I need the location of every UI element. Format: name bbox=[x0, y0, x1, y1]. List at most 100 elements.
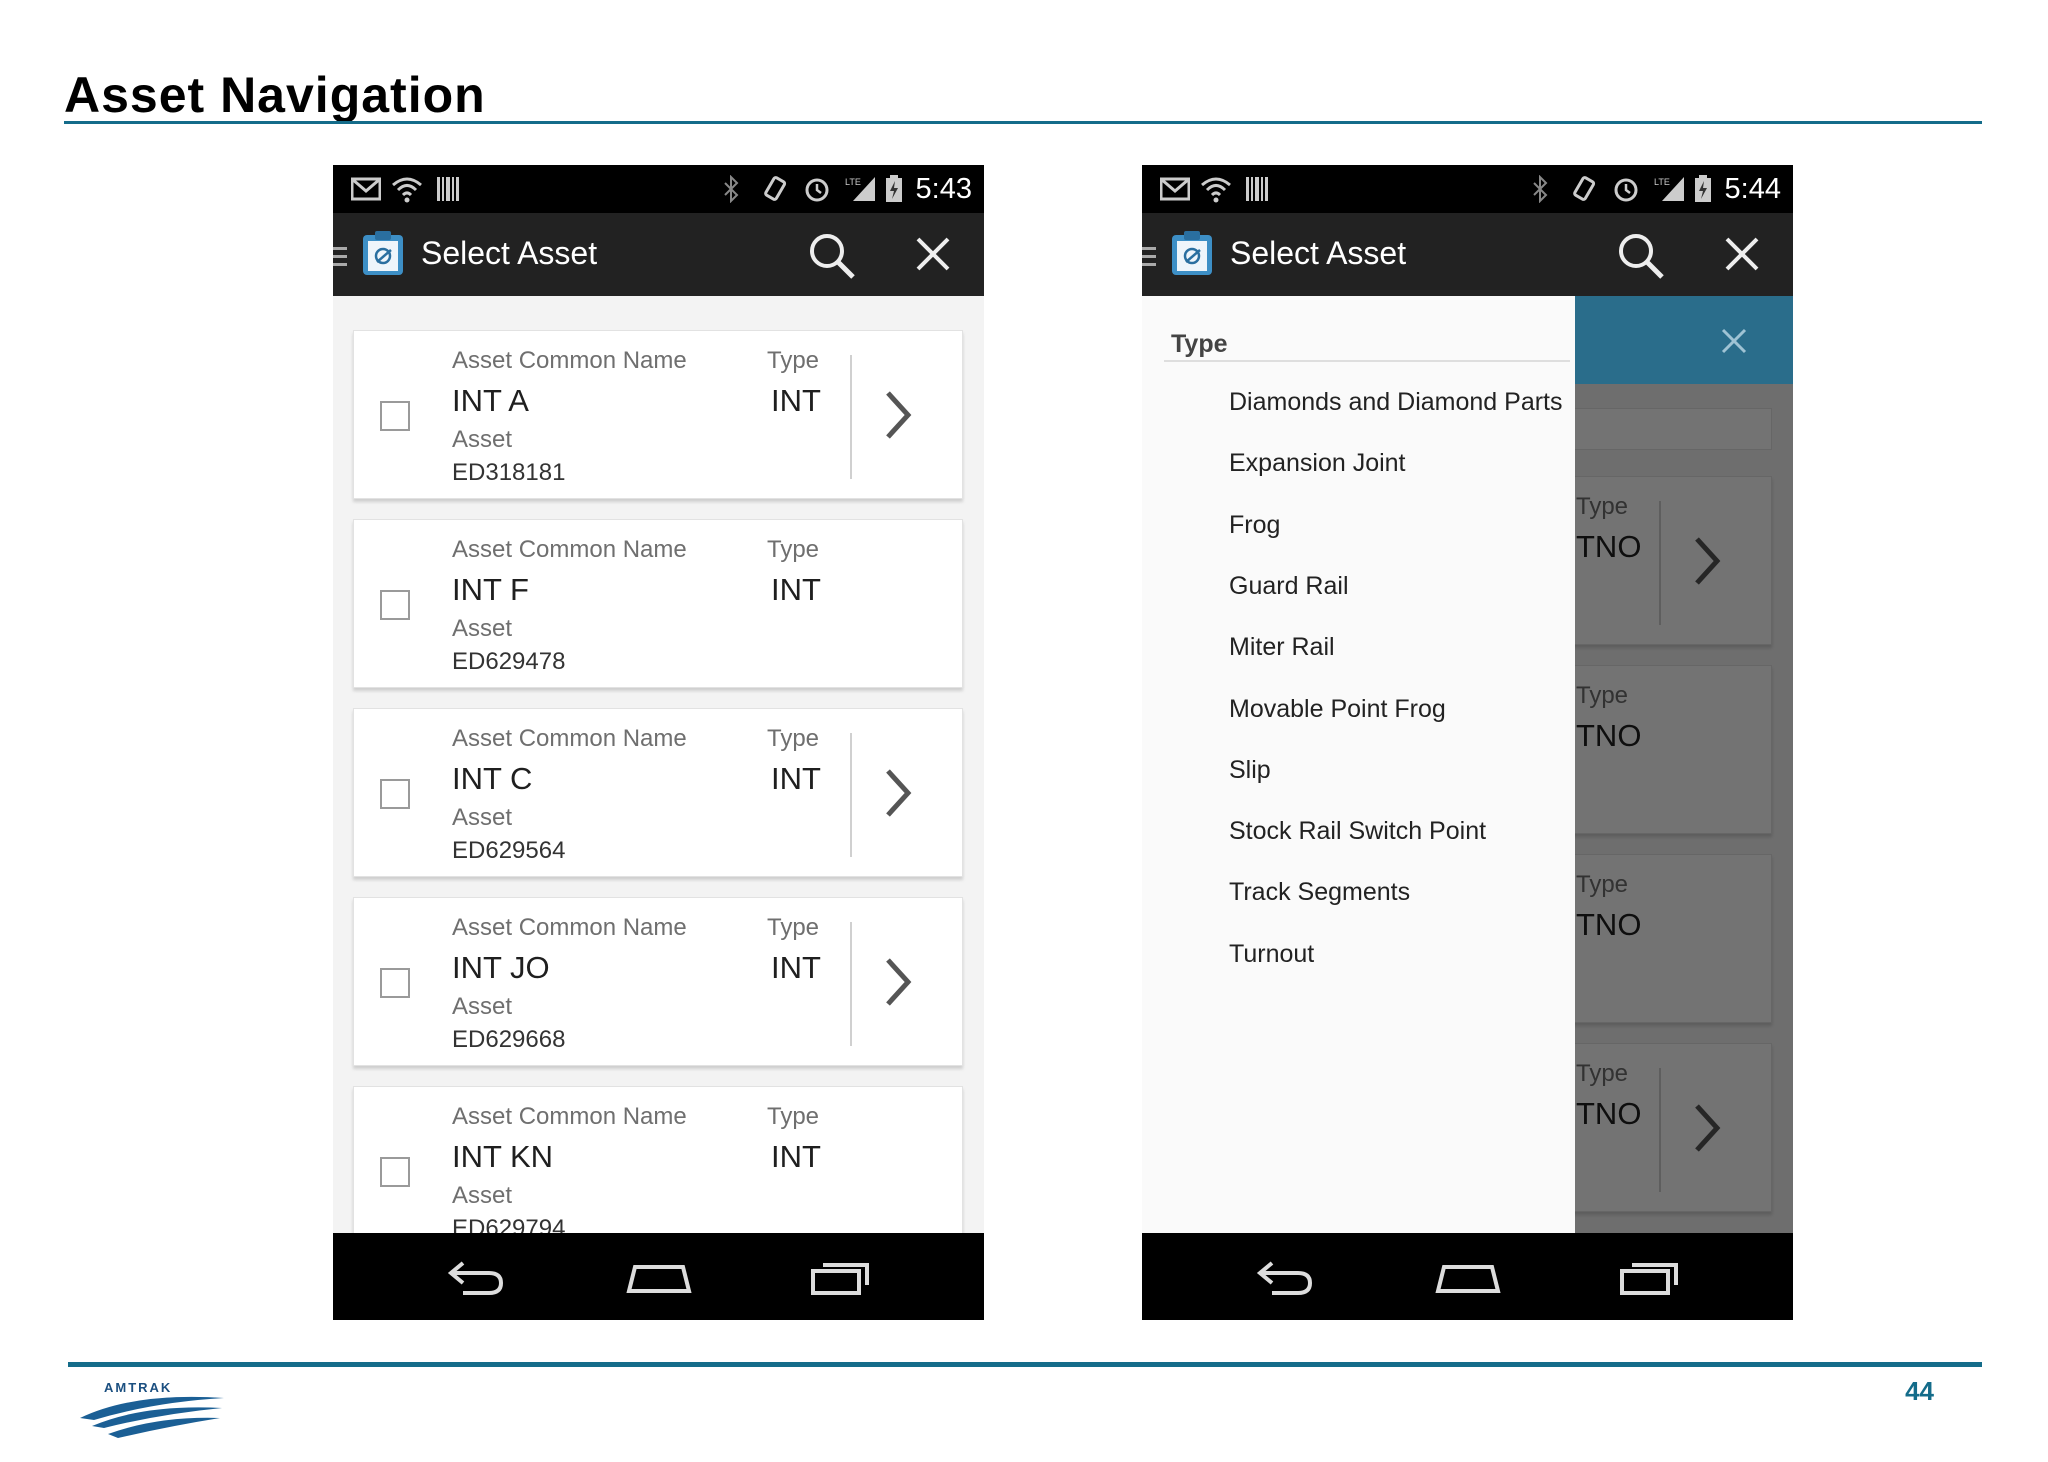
back-icon[interactable] bbox=[445, 1257, 507, 1297]
select-checkbox[interactable] bbox=[380, 1157, 410, 1187]
nav-bar bbox=[333, 1233, 984, 1320]
close-filter-icon[interactable] bbox=[1721, 328, 1747, 354]
name-label: Asset Common Name bbox=[452, 914, 687, 941]
asset-card[interactable]: Asset Common Name Type INT KN INT Asset ED629… bbox=[353, 1086, 963, 1255]
filter-bar bbox=[1575, 296, 1793, 384]
asset-id: ED629564 bbox=[452, 837, 566, 864]
name-label: Asset Common Name bbox=[452, 536, 687, 563]
barcode-icon bbox=[1246, 177, 1268, 201]
asset-name: INT KN bbox=[452, 1139, 554, 1174]
type-filter-item[interactable]: Frog bbox=[1229, 511, 1280, 540]
asset-name: INT C bbox=[452, 761, 533, 796]
recent-apps-icon[interactable] bbox=[809, 1257, 873, 1297]
close-icon[interactable] bbox=[916, 237, 950, 271]
asset-label: Asset bbox=[452, 615, 513, 642]
name-label: Asset Common Name bbox=[452, 725, 687, 752]
rotate-icon bbox=[764, 176, 787, 201]
card-divider bbox=[850, 733, 852, 857]
type-label: Type bbox=[767, 347, 820, 374]
gmail-icon bbox=[1160, 177, 1190, 201]
amtrak-logo: AMTRAK bbox=[74, 1376, 234, 1440]
battery-icon bbox=[1695, 175, 1711, 202]
asset-type: INT bbox=[771, 761, 821, 796]
action-bar: Select Asset bbox=[333, 213, 984, 296]
drawer-divider bbox=[1164, 360, 1570, 362]
screen-title: Select Asset bbox=[421, 235, 598, 271]
type-filter-item[interactable]: Expansion Joint bbox=[1229, 449, 1406, 478]
search-icon[interactable] bbox=[807, 231, 857, 281]
type-label: Type bbox=[767, 725, 820, 752]
home-icon[interactable] bbox=[1434, 1257, 1502, 1297]
chevron-right-icon[interactable] bbox=[882, 956, 912, 1008]
name-label: Asset Common Name bbox=[452, 347, 687, 374]
status-time: 5:43 bbox=[915, 173, 972, 205]
select-checkbox[interactable] bbox=[380, 401, 410, 431]
wifi-icon bbox=[392, 177, 422, 203]
asset-type: INT bbox=[771, 1139, 821, 1174]
rotate-icon bbox=[1573, 176, 1596, 201]
card-divider bbox=[850, 922, 852, 1046]
asset-card[interactable]: Asset Common Name Type INT JO INT Asset ED629… bbox=[353, 897, 963, 1066]
status-time: 5:44 bbox=[1724, 173, 1781, 205]
type-filter-item[interactable]: Guard Rail bbox=[1229, 572, 1349, 601]
name-label: Asset Common Name bbox=[452, 1103, 687, 1130]
select-checkbox[interactable] bbox=[380, 968, 410, 998]
drawer-toggle-icon[interactable] bbox=[333, 245, 347, 269]
asset-label: Asset bbox=[452, 1182, 513, 1209]
asset-card[interactable]: Asset Common Name Type INT C INT Asset ED6295… bbox=[353, 708, 963, 877]
svg-text:LTE: LTE bbox=[845, 177, 861, 187]
type-filter-drawer: Type Diamonds and Diamond Parts Expansion… bbox=[1142, 296, 1575, 1233]
type-filter-item[interactable]: Movable Point Frog bbox=[1229, 695, 1446, 724]
asset-type: INT bbox=[771, 383, 821, 418]
gmail-icon bbox=[351, 177, 381, 201]
app-clipboard-icon[interactable] bbox=[1170, 229, 1214, 277]
asset-card[interactable]: Asset Common Name Type INT A INT Asset ED3181… bbox=[353, 330, 963, 499]
alarm-icon bbox=[1614, 178, 1638, 202]
chevron-right-icon[interactable] bbox=[882, 767, 912, 819]
action-bar: Select Asset bbox=[1142, 213, 1793, 296]
type-label: Type bbox=[767, 1103, 820, 1130]
drawer-toggle-icon[interactable] bbox=[1142, 245, 1156, 269]
asset-name: INT F bbox=[452, 572, 529, 607]
status-bar: LTE 5:44 bbox=[1142, 165, 1793, 213]
type-filter-item[interactable]: Turnout bbox=[1229, 940, 1314, 969]
asset-id: ED629478 bbox=[452, 648, 566, 675]
type-filter-item[interactable]: Track Segments bbox=[1229, 878, 1410, 907]
chevron-right-icon[interactable] bbox=[882, 389, 912, 441]
type-filter-item[interactable]: Miter Rail bbox=[1229, 633, 1335, 662]
asset-id: ED318181 bbox=[452, 459, 566, 486]
svg-text:LTE: LTE bbox=[1654, 177, 1670, 187]
status-bar: LTE 5:43 bbox=[333, 165, 984, 213]
asset-card[interactable]: Asset Common Name Type INT F INT Asset ED6294… bbox=[353, 519, 963, 688]
left-phone-screen: LTE 5:43 Select Asset Asset Common Name T… bbox=[333, 165, 984, 1320]
asset-name: INT A bbox=[452, 383, 529, 418]
back-icon[interactable] bbox=[1254, 1257, 1316, 1297]
asset-list: Asset Common Name Type INT A INT Asset ED3181… bbox=[333, 296, 984, 1320]
type-filter-item[interactable]: Slip bbox=[1229, 756, 1271, 785]
recent-apps-icon[interactable] bbox=[1618, 1257, 1682, 1297]
bluetooth-icon bbox=[1533, 175, 1548, 203]
wifi-icon bbox=[1201, 177, 1231, 203]
lte-signal-icon: LTE bbox=[1654, 177, 1684, 201]
select-checkbox[interactable] bbox=[380, 590, 410, 620]
asset-type: INT bbox=[771, 950, 821, 985]
search-icon[interactable] bbox=[1616, 231, 1666, 281]
select-checkbox[interactable] bbox=[380, 779, 410, 809]
title-rule bbox=[64, 121, 1982, 124]
right-phone-screen: LTE 5:44 Select Asset TypeTNOTypeTNOType… bbox=[1142, 165, 1793, 1320]
asset-name: INT JO bbox=[452, 950, 550, 985]
type-filter-item[interactable]: Stock Rail Switch Point bbox=[1229, 817, 1486, 846]
type-filter-item[interactable]: Diamonds and Diamond Parts bbox=[1229, 388, 1563, 417]
home-icon[interactable] bbox=[625, 1257, 693, 1297]
amtrak-logo-icon: AMTRAK bbox=[80, 1380, 224, 1438]
card-divider bbox=[850, 355, 852, 479]
app-clipboard-icon[interactable] bbox=[361, 229, 405, 277]
screen-title: Select Asset bbox=[1230, 235, 1407, 271]
battery-icon bbox=[886, 175, 902, 202]
bluetooth-icon bbox=[724, 175, 739, 203]
logo-wordmark: AMTRAK bbox=[104, 1380, 172, 1395]
footer-rule bbox=[68, 1362, 1982, 1367]
alarm-icon bbox=[805, 178, 829, 202]
close-icon[interactable] bbox=[1725, 237, 1759, 271]
barcode-icon bbox=[437, 177, 459, 201]
